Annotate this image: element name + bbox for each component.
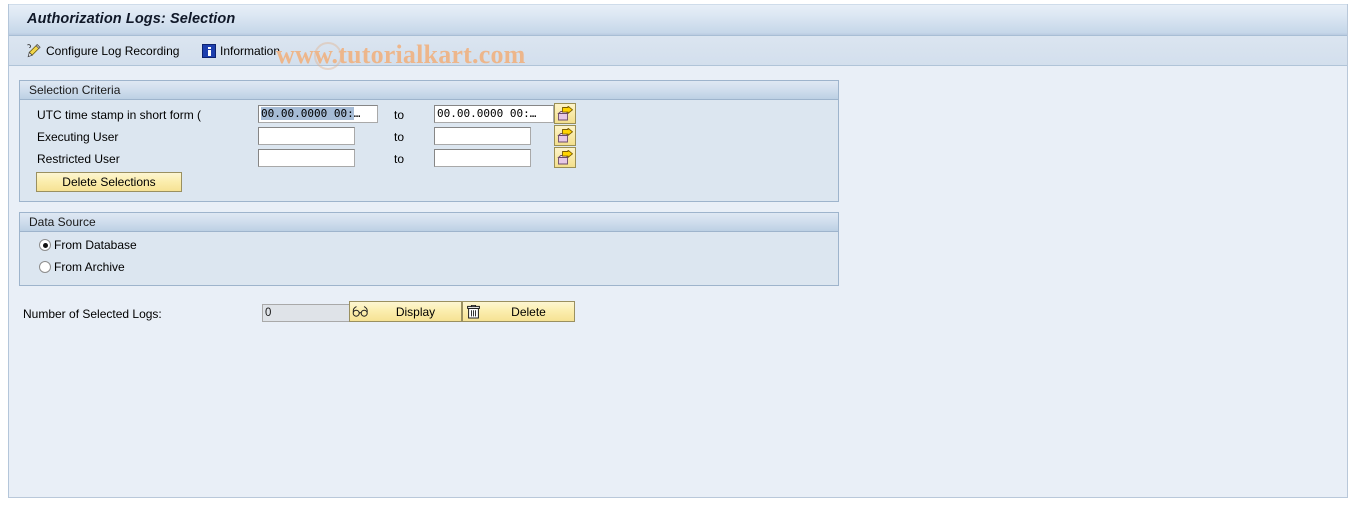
restricted-user-to-input[interactable] [434,149,531,167]
utc-timestamp-from-value: 00.00.0000 00: [261,107,354,120]
number-of-selected-logs-value: 0 [265,307,272,319]
multiple-selection-arrow-icon [556,106,573,121]
executing-user-to-input[interactable] [434,127,531,145]
page-title: Authorization Logs: Selection [27,11,236,27]
application-window: Authorization Logs: Selection Configure … [8,4,1348,498]
utc-timestamp-multiple-selection-button[interactable] [554,103,576,124]
utc-timestamp-from-input[interactable]: 00.00.0000 00:… [258,105,378,123]
radio-from-archive-label: From Archive [54,260,125,274]
executing-user-multiple-selection-button[interactable] [554,125,576,146]
radio-from-archive-mark [39,261,51,273]
configure-log-recording-button[interactable]: Configure Log Recording [23,40,182,62]
restricted-user-from-value [261,150,352,166]
radio-from-database-mark [39,239,51,251]
restricted-user-multiple-selection-button[interactable] [554,147,576,168]
eyeglasses-icon [350,305,370,318]
executing-user-label: Executing User [37,130,119,144]
utc-timestamp-to-value: 00.00.0000 00: [437,107,530,120]
executing-user-from-value [261,128,352,144]
delete-selections-button[interactable]: Delete Selections [36,172,182,192]
data-source-group: Data Source From Database From Archive [19,212,839,286]
display-label: Display [395,304,436,319]
executing-user-to-value [437,128,528,144]
executing-user-to-label: to [394,130,405,144]
restricted-user-to-label: to [394,152,405,166]
restricted-user-label: Restricted User [37,152,120,166]
executing-user-from-input[interactable] [258,127,355,145]
radio-from-database[interactable]: From Database [39,238,137,252]
restricted-user-to-value [437,150,528,166]
content-canvas: Selection Criteria UTC time stamp in sho… [9,66,1347,497]
utc-timestamp-to-ellipsis: … [529,107,537,120]
radio-from-database-label: From Database [54,238,137,252]
data-source-header: Data Source [20,213,838,232]
delete-selections-label: Delete Selections [62,175,156,189]
information-label: Information [220,44,281,58]
selection-criteria-group: Selection Criteria UTC time stamp in sho… [19,80,839,202]
utc-timestamp-label: UTC time stamp in short form ( [37,108,202,122]
multiple-selection-arrow-icon [556,150,573,165]
delete-button[interactable]: Delete [462,301,575,322]
information-button[interactable]: Information [199,40,283,62]
information-icon [202,44,216,58]
delete-label: Delete [511,304,546,319]
restricted-user-from-input[interactable] [258,149,355,167]
utc-timestamp-to-label: to [394,108,405,122]
utc-timestamp-from-ellipsis: … [353,107,361,120]
multiple-selection-arrow-icon [556,128,573,143]
selection-criteria-header: Selection Criteria [20,81,838,100]
pencil-icon [26,43,42,59]
number-of-selected-logs-label: Number of Selected Logs: [23,307,162,321]
number-of-selected-logs-input[interactable]: 0 [262,304,352,322]
utc-timestamp-to-input[interactable]: 00.00.0000 00:… [434,105,554,123]
window-title-bar: Authorization Logs: Selection [9,4,1347,36]
configure-log-recording-label: Configure Log Recording [46,44,180,58]
selection-criteria-body: UTC time stamp in short form ( 00.00.000… [20,100,838,201]
display-button[interactable]: Display [349,301,462,322]
data-source-body: From Database From Archive [20,232,838,285]
application-toolbar: Configure Log Recording Information [9,36,1347,66]
radio-from-archive[interactable]: From Archive [39,260,125,274]
trash-icon [463,304,483,319]
